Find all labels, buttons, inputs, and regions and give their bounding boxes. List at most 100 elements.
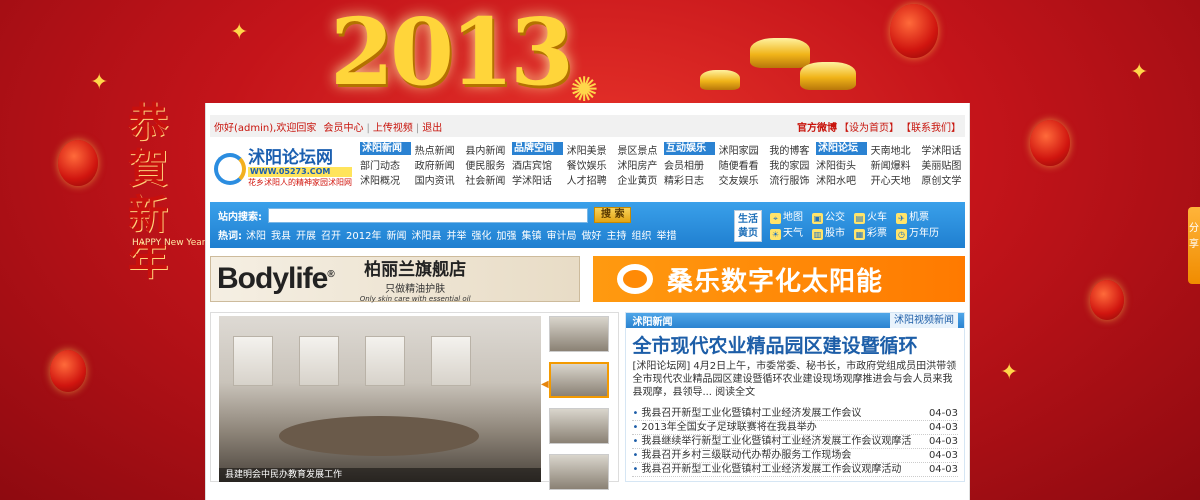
life-yellow-pages-tag[interactable]: 生活黄页	[734, 210, 762, 242]
slide-caption[interactable]: 县建明会中民办教育发展工作	[219, 468, 541, 482]
nav-link[interactable]: 沭阳水吧	[816, 172, 867, 187]
nav-link[interactable]: 便民服务	[465, 157, 512, 172]
nav-link[interactable]: 沭阳美景	[567, 142, 614, 157]
nav-link[interactable]: 交友娱乐	[719, 172, 766, 187]
hot-word-link[interactable]: 沭阳县	[411, 227, 441, 242]
nav-link[interactable]: 热点新闻	[415, 142, 462, 157]
hot-word-link[interactable]: 并举	[446, 227, 466, 242]
main-content: 县建明会中民办教育发展工作 ◀ 沭阳新闻 沭阳视频新闻 全市现代农业精品园区建设…	[210, 312, 965, 490]
hot-word-link[interactable]: 召开	[321, 227, 341, 242]
nav-link[interactable]: 酒店宾馆	[512, 157, 563, 172]
hot-word-link[interactable]: 组织	[631, 227, 651, 242]
news-item[interactable]: 2013年全国女子足球联赛将在我县举办 04-03	[632, 421, 958, 435]
news-item-title[interactable]: 我县继续举行新型工业化暨镇村工业经济发展工作会议观摩活	[632, 435, 911, 448]
nav-link[interactable]: 我的家园	[769, 157, 816, 172]
nav-link[interactable]: 沭阳街头	[816, 157, 867, 172]
nav-group-tag[interactable]: 沭阳新闻	[360, 142, 411, 155]
nav-link[interactable]: 随便看看	[719, 157, 766, 172]
news-item-title[interactable]: 我县召开乡村三级联动代办帮办服务工作现场会	[632, 449, 851, 462]
nav-link[interactable]: 流行服饰	[769, 172, 816, 187]
news-item-title[interactable]: 我县召开新型工业化暨镇村工业经济发展工作会议观摩活动	[632, 463, 901, 476]
photo-window	[365, 336, 405, 386]
nav-group-tag[interactable]: 沭阳论坛	[816, 142, 867, 155]
nav-link[interactable]: 新闻爆料	[871, 157, 918, 172]
news-item-title[interactable]: 我县召开新型工业化暨镇村工业经济发展工作会议	[632, 407, 861, 420]
hot-word-link[interactable]: 审计局	[546, 227, 576, 242]
slide-thumbnail[interactable]	[549, 408, 609, 444]
weibo-link[interactable]: 官方微博	[797, 119, 837, 134]
service-stock[interactable]: ▥ 股市	[812, 224, 854, 240]
service-train[interactable]: ▤ 火车	[854, 208, 896, 224]
news-item[interactable]: 我县继续举行新型工业化暨镇村工业经济发展工作会议观摩活 04-03	[632, 435, 958, 449]
nav-link[interactable]: 天南地北	[871, 142, 918, 157]
nav-link[interactable]: 人才招聘	[567, 172, 614, 187]
site-container: 你好(admin),欢迎回家 会员中心 | 上传视频 | 退出 官方微博 【设为首页】 …	[205, 103, 970, 500]
contact-us-link[interactable]: 【联系我们】	[901, 119, 961, 134]
site-logo[interactable]: 沭阳论坛网 WWW.05273.COM 花乡沭阳人的精神家园沭阳网	[214, 140, 354, 198]
nav-group-tag[interactable]: 互动娱乐	[664, 142, 715, 155]
news-item-title[interactable]: 2013年全国女子足球联赛将在我县举办	[632, 421, 816, 434]
service-weather[interactable]: ☀ 天气	[770, 224, 812, 240]
service-map[interactable]: ⌖ 地图	[770, 208, 812, 224]
nav-link[interactable]: 部门动态	[360, 157, 411, 172]
search-input[interactable]	[268, 207, 588, 223]
service-calendar[interactable]: ◷ 万年历	[896, 224, 939, 240]
nav-link[interactable]: 政府新闻	[415, 157, 462, 172]
bodylife-ad-banner[interactable]: Bodylife® 柏丽兰旗舰店 只做精油护肤 Only skin care w…	[210, 256, 580, 303]
hot-word-link[interactable]: 沭阳	[246, 227, 266, 242]
hot-word-link[interactable]: 做好	[581, 227, 601, 242]
share-side-tab[interactable]: 分享	[1188, 207, 1200, 284]
solar-ad-banner[interactable]: 桑乐数字化太阳能	[593, 256, 965, 302]
nav-link[interactable]: 学沭阳话	[512, 172, 563, 187]
service-plane[interactable]: ✈ 机票	[896, 208, 938, 224]
nav-link[interactable]: 县内新闻	[465, 142, 512, 157]
hot-word-link[interactable]: 强化	[471, 227, 491, 242]
news-item[interactable]: 我县召开新型工业化暨镇村工业经济发展工作会议 04-03	[632, 407, 958, 421]
set-homepage-link[interactable]: 【设为首页】	[839, 119, 899, 134]
nav-link[interactable]: 原创文学	[921, 172, 968, 187]
slide-thumbnail[interactable]	[549, 454, 609, 490]
video-news-tab[interactable]: 沭阳视频新闻	[890, 313, 958, 328]
life-services: ⌖ 地图 ▣ 公交 ▤ 火车 ✈ 机票 ☀ 天气 ▥ 股市 ▦ 彩票 ◷ 万年历	[770, 208, 939, 240]
nav-link[interactable]: 景区景点	[617, 142, 664, 157]
nav-link[interactable]: 精彩日志	[664, 172, 715, 187]
hot-word-link[interactable]: 新闻	[386, 227, 406, 242]
news-section-title[interactable]: 沭阳新闻	[632, 313, 672, 328]
hot-word-link[interactable]: 主持	[606, 227, 626, 242]
nav-group-tag[interactable]: 品牌空间	[512, 142, 563, 155]
nav-link[interactable]: 社会新闻	[465, 172, 512, 187]
news-headline[interactable]: 全市现代农业精品园区建设暨循环	[626, 328, 964, 360]
nav-link[interactable]: 会员相册	[664, 157, 715, 172]
hot-word-link[interactable]: 加强	[496, 227, 516, 242]
service-lottery[interactable]: ▦ 彩票	[854, 224, 896, 240]
hot-word-link[interactable]: 举措	[656, 227, 676, 242]
nav-link[interactable]: 美丽贴图	[921, 157, 968, 172]
nav-link[interactable]: 沭阳家园	[719, 142, 766, 157]
news-item[interactable]: 我县召开乡村三级联动代办帮办服务工作现场会 04-03	[632, 449, 958, 463]
slide-image[interactable]: 县建明会中民办教育发展工作	[219, 316, 541, 482]
nav-link[interactable]: 企业黄页	[617, 172, 664, 187]
nav-link[interactable]: 我的博客	[769, 142, 816, 157]
hot-word-link[interactable]: 开展	[296, 227, 316, 242]
upload-video-link[interactable]: 上传视频	[373, 123, 413, 134]
photo-window	[299, 336, 339, 386]
nav-link[interactable]: 沭阳概况	[360, 172, 411, 187]
nav-link[interactable]: 开心天地	[871, 172, 918, 187]
service-bus[interactable]: ▣ 公交	[812, 208, 854, 224]
ad-brand-name: Bodylife	[217, 262, 328, 295]
nav-link[interactable]: 学沭阳话	[921, 142, 968, 157]
hot-word-link[interactable]: 2012年	[346, 227, 381, 242]
nav-link[interactable]: 沭阳房产	[617, 157, 664, 172]
slide-thumbnail[interactable]	[549, 362, 609, 398]
hot-word-link[interactable]: 我县	[271, 227, 291, 242]
member-center-link[interactable]: 会员中心	[324, 123, 364, 134]
nav-link[interactable]: 国内资讯	[415, 172, 462, 187]
hot-word-link[interactable]: 集镇	[521, 227, 541, 242]
news-item[interactable]: 我县召开新型工业化暨镇村工业经济发展工作会议观摩活动 04-03	[632, 463, 958, 477]
search-button[interactable]: 搜 索	[594, 207, 632, 223]
slide-thumbnail[interactable]	[549, 316, 609, 352]
nav-link[interactable]: 餐饮娱乐	[567, 157, 614, 172]
greeting-link[interactable]: 你好(admin),欢迎回家	[214, 123, 316, 134]
logo-slogan: 花乡沭阳人的精神家园沭阳网	[248, 178, 352, 187]
logout-link[interactable]: 退出	[422, 123, 442, 134]
